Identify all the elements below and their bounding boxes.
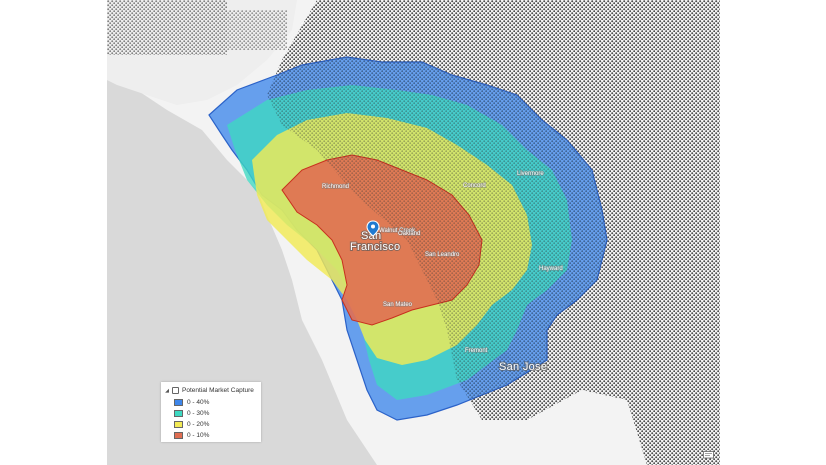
feedback-icon[interactable] (703, 451, 714, 460)
layer-visibility-checkbox[interactable] (172, 387, 179, 394)
label-san-leandro: San Leandro (425, 252, 460, 258)
legend-swatch-10 (174, 432, 183, 439)
legend-item-label: 0 - 40% (187, 399, 210, 406)
legend-swatch-20 (174, 421, 183, 428)
label-san-jose: San Jose (499, 361, 547, 373)
label-fremont: Fremont (465, 348, 488, 354)
legend-item-label: 0 - 30% (187, 410, 210, 417)
label-livermore: Livermore (517, 171, 544, 177)
label-richmond: Richmond (322, 184, 349, 190)
label-san-mateo: San Mateo (383, 302, 413, 308)
legend-header[interactable]: ◢ Potential Market Capture (164, 386, 254, 395)
legend-item: 0 - 10% (174, 431, 209, 440)
legend-item: 0 - 20% (174, 420, 209, 429)
collapse-toggle-icon[interactable]: ◢ (164, 388, 170, 394)
legend-item: 0 - 40% (174, 398, 209, 407)
label-san-francisco-line2: Francisco (350, 241, 400, 253)
label-hayward: Hayward (539, 266, 563, 272)
legend-item-label: 0 - 20% (187, 421, 210, 428)
legend-item: 0 - 30% (174, 409, 209, 418)
map-legend: ◢ Potential Market Capture 0 - 40% 0 - 3… (161, 382, 261, 442)
label-oakland: Oakland (398, 231, 420, 237)
legend-item-label: 0 - 10% (187, 432, 210, 439)
legend-swatch-30 (174, 410, 183, 417)
legend-swatch-40 (174, 399, 183, 406)
label-concord: Concord (463, 183, 486, 189)
legend-title: Potential Market Capture (182, 387, 254, 394)
